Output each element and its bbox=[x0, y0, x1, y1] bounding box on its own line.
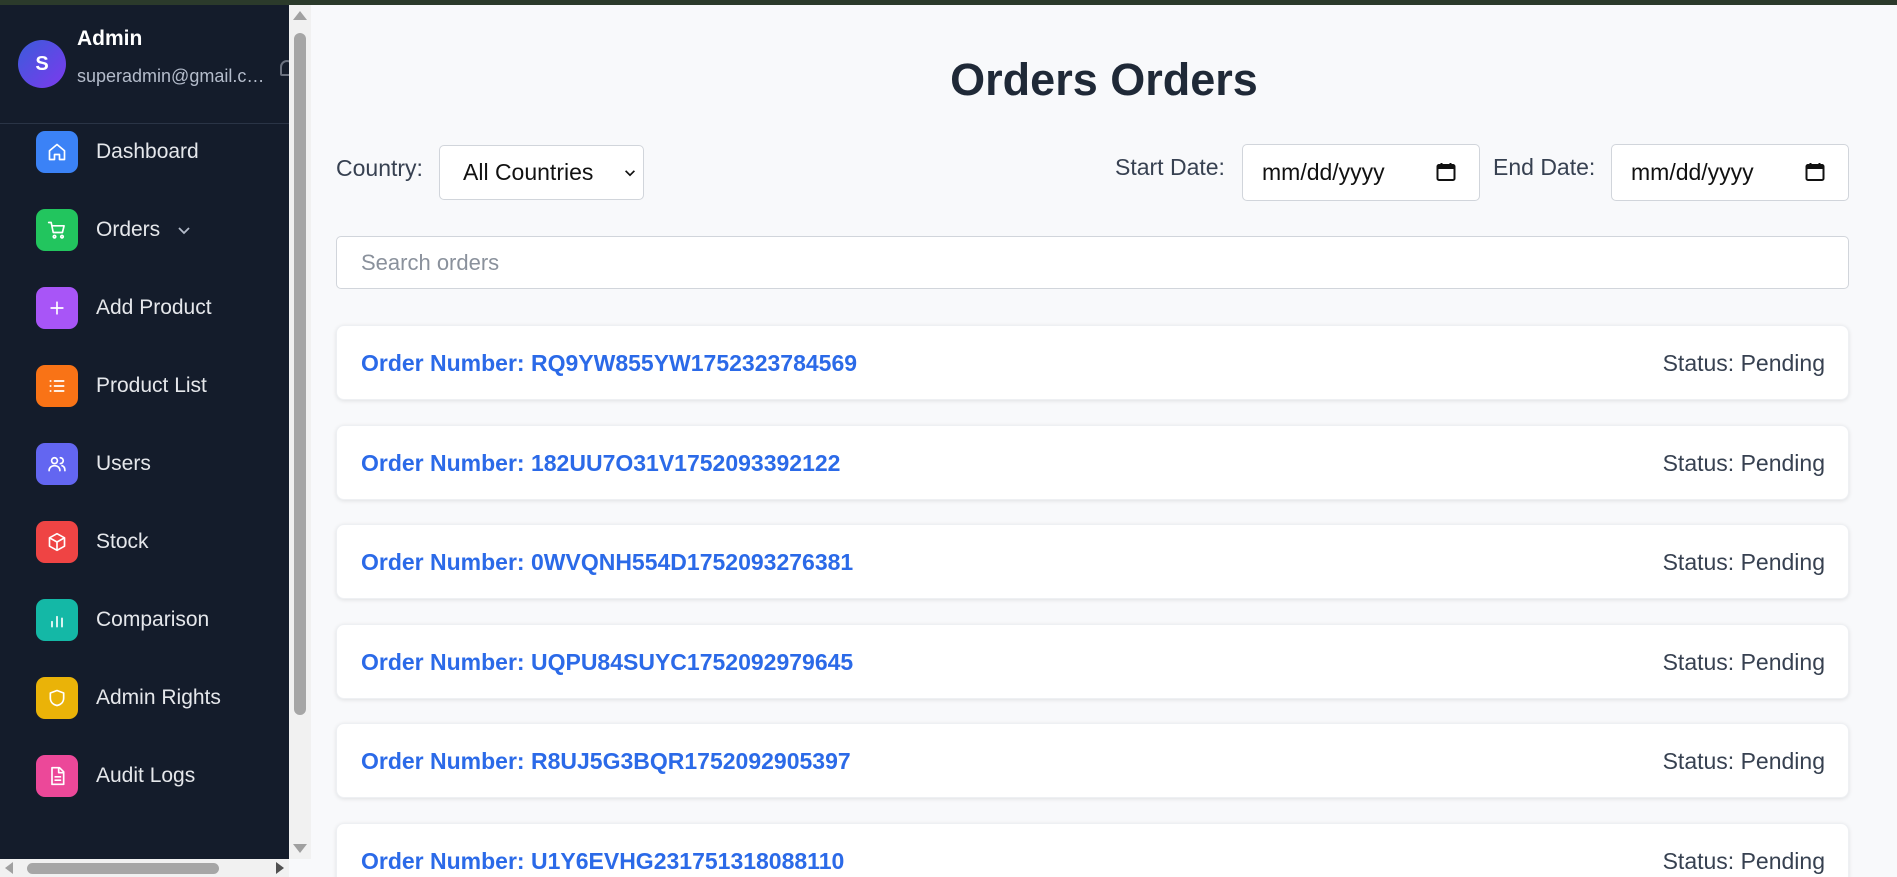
order-number-link[interactable]: Order Number: RQ9YW855YW1752323784569 bbox=[361, 350, 857, 377]
sidebar: S Admin superadmin@gmail.com Dashboard O… bbox=[0, 5, 289, 859]
sidebar-item-label: Admin Rights bbox=[96, 686, 221, 709]
chevron-down-icon bbox=[625, 170, 635, 177]
sidebar-item-users[interactable]: Users bbox=[36, 443, 151, 485]
order-number-link[interactable]: Order Number: UQPU84SUYC1752092979645 bbox=[361, 649, 853, 676]
list-icon bbox=[36, 365, 78, 407]
sidebar-item-comparison[interactable]: Comparison bbox=[36, 599, 209, 641]
avatar[interactable]: S bbox=[18, 40, 66, 88]
sidebar-item-product-list[interactable]: Product List bbox=[36, 365, 207, 407]
users-icon bbox=[36, 443, 78, 485]
profile-header: S Admin superadmin@gmail.com bbox=[0, 5, 289, 124]
main-content: Orders Orders Country: All Countries Sta… bbox=[311, 5, 1897, 877]
scroll-right-arrow-icon[interactable] bbox=[276, 862, 284, 874]
calendar-icon[interactable] bbox=[1805, 162, 1825, 182]
sidebar-item-dashboard[interactable]: Dashboard bbox=[36, 131, 199, 173]
sidebar-item-stock[interactable]: Stock bbox=[36, 521, 149, 563]
scrollbar-thumb[interactable] bbox=[27, 863, 219, 874]
end-date-value: mm/dd/yyyy bbox=[1631, 159, 1754, 185]
order-card[interactable]: Order Number: 0WVQNH554D1752093276381 St… bbox=[336, 524, 1849, 599]
box-icon bbox=[36, 521, 78, 563]
order-number-link[interactable]: Order Number: 182UU7O31V1752093392122 bbox=[361, 450, 840, 477]
start-date-value: mm/dd/yyyy bbox=[1262, 159, 1385, 185]
start-date-label: Start Date: bbox=[1115, 154, 1225, 180]
order-card[interactable]: Order Number: R8UJ5G3BQR1752092905397 St… bbox=[336, 723, 1849, 798]
order-status: Status: Pending bbox=[1662, 748, 1825, 774]
order-status: Status: Pending bbox=[1662, 649, 1825, 675]
country-label: Country: bbox=[336, 155, 423, 181]
top-border bbox=[0, 0, 1897, 5]
sidebar-item-label: Users bbox=[96, 452, 151, 475]
sidebar-item-label: Orders bbox=[96, 218, 161, 241]
sidebar-item-orders[interactable]: Orders bbox=[36, 209, 192, 251]
cart-icon bbox=[36, 209, 78, 251]
profile-name: Admin bbox=[77, 27, 143, 50]
scroll-down-arrow-icon[interactable] bbox=[293, 844, 307, 853]
order-status: Status: Pending bbox=[1662, 350, 1825, 376]
sidebar-item-label: Stock bbox=[96, 530, 149, 553]
country-select[interactable]: All Countries bbox=[439, 145, 644, 200]
sidebar-item-audit-logs[interactable]: Audit Logs bbox=[36, 755, 195, 797]
order-card[interactable]: Order Number: UQPU84SUYC1752092979645 St… bbox=[336, 624, 1849, 699]
order-card[interactable]: Order Number: 182UU7O31V1752093392122 St… bbox=[336, 425, 1849, 500]
plus-icon bbox=[36, 287, 78, 329]
sidebar-item-label: Product List bbox=[96, 374, 207, 397]
end-date-input[interactable]: mm/dd/yyyy bbox=[1611, 144, 1849, 201]
order-card[interactable]: Order Number: U1Y6EVHG231751318088110 St… bbox=[336, 823, 1849, 877]
order-number-link[interactable]: Order Number: 0WVQNH554D1752093276381 bbox=[361, 549, 853, 576]
order-number-link[interactable]: Order Number: R8UJ5G3BQR1752092905397 bbox=[361, 748, 851, 775]
sidebar-horizontal-scrollbar[interactable] bbox=[0, 859, 289, 877]
country-select-value: All Countries bbox=[463, 159, 594, 185]
end-date-label: End Date: bbox=[1493, 154, 1596, 180]
bell-icon[interactable] bbox=[280, 60, 289, 76]
sidebar-item-label: Add Product bbox=[96, 296, 212, 319]
start-date-input[interactable]: mm/dd/yyyy bbox=[1242, 144, 1480, 201]
order-status: Status: Pending bbox=[1662, 450, 1825, 476]
document-icon bbox=[36, 755, 78, 797]
shield-icon bbox=[36, 677, 78, 719]
sidebar-item-admin-rights[interactable]: Admin Rights bbox=[36, 677, 221, 719]
scrollbar-thumb[interactable] bbox=[294, 33, 306, 715]
scroll-left-arrow-icon[interactable] bbox=[5, 862, 13, 874]
home-icon bbox=[36, 131, 78, 173]
sidebar-item-label: Audit Logs bbox=[96, 764, 196, 787]
order-number-link[interactable]: Order Number: U1Y6EVHG231751318088110 bbox=[361, 848, 844, 875]
order-status: Status: Pending bbox=[1662, 848, 1825, 874]
sidebar-item-label: Dashboard bbox=[96, 140, 199, 163]
chevron-down-icon[interactable] bbox=[176, 222, 192, 238]
order-card[interactable]: Order Number: RQ9YW855YW1752323784569 St… bbox=[336, 325, 1849, 400]
calendar-icon[interactable] bbox=[1436, 162, 1456, 182]
sidebar-item-label: Comparison bbox=[96, 608, 210, 631]
bar-chart-icon bbox=[36, 599, 78, 641]
sidebar-item-add-product[interactable]: Add Product bbox=[36, 287, 212, 329]
profile-email: superadmin@gmail.com bbox=[77, 66, 267, 86]
scroll-up-arrow-icon[interactable] bbox=[293, 11, 307, 20]
order-status: Status: Pending bbox=[1662, 549, 1825, 575]
page-title: Orders Orders bbox=[950, 54, 1258, 105]
sidebar-vertical-scrollbar[interactable] bbox=[289, 5, 311, 859]
search-input[interactable] bbox=[336, 236, 1849, 289]
